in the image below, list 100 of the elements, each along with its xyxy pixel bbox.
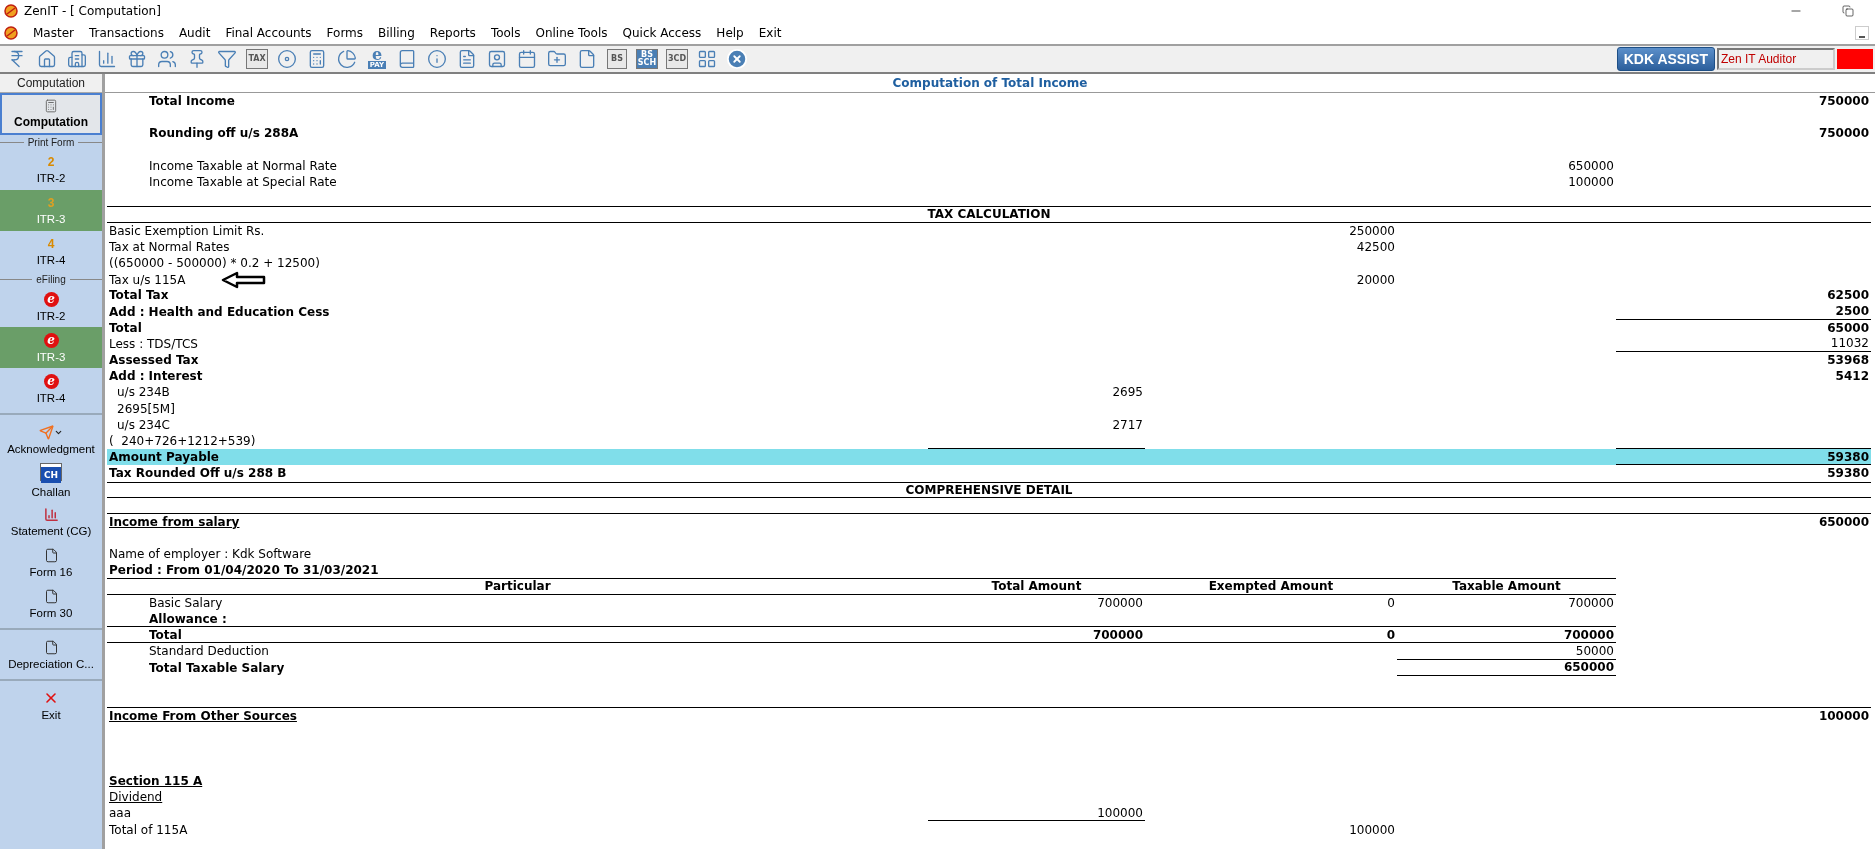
menu-item[interactable]: Tools	[490, 26, 521, 40]
group-heading: eFiling	[0, 272, 102, 286]
disc-icon	[277, 49, 297, 69]
row-label: Tax u/s 115A	[109, 273, 186, 288]
sidebar-tab[interactable]: Computation	[0, 74, 102, 93]
amount: 42500	[1356, 239, 1395, 254]
row-label: Dividend	[109, 790, 163, 805]
user-card-icon	[487, 49, 507, 69]
row-label: aaa	[109, 806, 132, 821]
folder-plus-icon	[547, 49, 567, 69]
number-label: 3	[47, 196, 55, 210]
row-label: Income Taxable at Special Rate	[149, 175, 337, 190]
amount: 100000	[1097, 805, 1143, 820]
amount: 700000	[1097, 595, 1143, 610]
menu-item[interactable]: Quick Access	[622, 26, 702, 40]
menu-item[interactable]: Transactions	[89, 26, 164, 40]
row-label: Income from salary	[109, 514, 240, 529]
menu-item[interactable]: Exit	[758, 26, 782, 40]
column-header: Total Amount	[991, 579, 1082, 594]
row-label: Add : Interest	[109, 369, 203, 384]
amount: 250000	[1349, 223, 1395, 238]
amount: 650000	[1818, 514, 1869, 529]
building-icon	[67, 49, 87, 69]
row-label: Total of 115A	[109, 822, 188, 837]
amount: 65000	[1827, 320, 1869, 335]
sidebar-item[interactable]: 4 ITR-4	[0, 231, 102, 272]
amount: 53968	[1827, 353, 1869, 368]
amount: 750000	[1818, 126, 1869, 141]
menu-item[interactable]: Help	[716, 26, 744, 40]
sidebar-item[interactable]: Computation	[0, 93, 102, 135]
amount: 650000	[1568, 158, 1614, 173]
label-tile-icon: BS	[607, 49, 627, 69]
status-indicator	[1837, 49, 1873, 69]
amount: 100000	[1349, 822, 1395, 837]
e-badge: e	[43, 332, 59, 348]
sidebar-item[interactable]: Form 16	[0, 542, 102, 583]
calculator-icon	[307, 49, 327, 69]
amount: 100000	[1568, 175, 1614, 190]
e-badge: e	[43, 373, 59, 389]
gift-icon	[127, 49, 147, 69]
amount: 0	[1386, 627, 1395, 642]
amount: 50000	[1575, 643, 1614, 658]
close-icon	[726, 48, 748, 70]
row-label: Tax at Normal Rates	[109, 239, 230, 254]
sidebar-item[interactable]: Exit	[0, 685, 102, 726]
bar-chart-icon	[97, 49, 117, 69]
row-label: Total	[149, 627, 182, 642]
column-header: Taxable Amount	[1452, 579, 1561, 594]
column-header: Particular	[484, 579, 551, 594]
row-label: Section 115 A	[109, 773, 203, 788]
amount: 2695	[1112, 385, 1143, 400]
minimize-icon	[1858, 33, 1866, 39]
sidebar-item[interactable]: Depreciation C...	[0, 634, 102, 675]
section-heading: TAX CALCULATION	[927, 207, 1051, 222]
row-label: 2695[5M]	[117, 401, 175, 416]
section-heading: COMPREHENSIVE DETAIL	[905, 482, 1073, 497]
row-label: Basic Exemption Limit Rs.	[109, 223, 265, 238]
sidebar-item[interactable]: CH Challan	[0, 460, 102, 501]
document-icon	[43, 547, 59, 563]
calendar-icon	[517, 49, 537, 69]
restore-icon	[1842, 5, 1854, 17]
sidebar-item[interactable]: e ITR-4	[0, 368, 102, 409]
row-label: Income From Other Sources	[109, 709, 297, 724]
sidebar-item[interactable]: e ITR-3	[0, 327, 102, 368]
user-field[interactable]: Zen IT Auditor	[1717, 48, 1835, 70]
info-icon	[427, 49, 447, 69]
menu-item[interactable]: Master	[33, 26, 74, 40]
row-label: u/s 234B	[117, 385, 170, 400]
document-icon	[43, 588, 59, 604]
group-heading: Print Form	[0, 135, 102, 149]
sidebar-item[interactable]: e ITR-2	[0, 286, 102, 327]
document-icon	[43, 639, 59, 655]
minimize-button[interactable]	[1855, 26, 1869, 40]
assist-button[interactable]: KDK ASSIST	[1616, 47, 1715, 71]
menu-item[interactable]: Forms	[326, 26, 364, 40]
filter-icon	[217, 49, 237, 69]
menu-item[interactable]: Billing	[378, 26, 415, 40]
row-label: Assessed Tax	[109, 353, 199, 368]
sidebar-item[interactable]: Form 30	[0, 583, 102, 624]
menu-item[interactable]: Audit	[178, 26, 211, 40]
sidebar-item[interactable]: Acknowledgment	[0, 419, 102, 460]
column-header: Exempted Amount	[1208, 579, 1334, 594]
row-label: ( 240+726+1212+539)	[109, 434, 256, 449]
sidebar-item[interactable]: 2 ITR-2	[0, 149, 102, 190]
menu-item[interactable]: Online Tools	[535, 26, 608, 40]
toolbar-button[interactable]: BS	[602, 46, 632, 72]
row-label: Less : TDS/TCS	[109, 336, 198, 351]
menu-item[interactable]: Reports	[429, 26, 476, 40]
row-label: Basic Salary	[149, 595, 223, 610]
pie-chart-icon	[337, 49, 357, 69]
row-label: Tax Rounded Off u/s 288 B	[109, 466, 287, 481]
amount: 59380	[1827, 449, 1869, 464]
row-label: Name of employer : Kdk Software	[109, 547, 312, 562]
row-label: Rounding off u/s 288A	[149, 126, 299, 141]
row-label: Period : From 01/04/2020 To 31/03/2021	[109, 563, 379, 578]
row-label: Income Taxable at Normal Rate	[149, 158, 337, 173]
amount: 2717	[1112, 417, 1143, 432]
book-icon	[397, 49, 417, 69]
menu-item[interactable]: Final Accounts	[225, 26, 312, 40]
sidebar-item[interactable]: Statement (CG)	[0, 501, 102, 542]
